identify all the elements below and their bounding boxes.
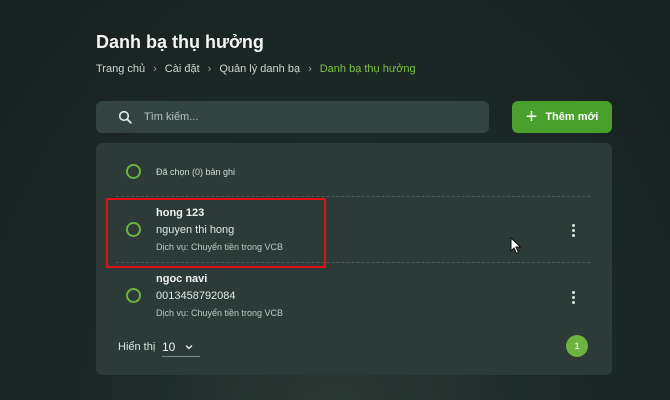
add-new-label: Thêm mới (545, 111, 599, 123)
breadcrumb-separator: › (308, 63, 312, 75)
breadcrumb-home[interactable]: Trang chủ (96, 63, 145, 75)
mouse-cursor-icon (510, 237, 522, 255)
breadcrumb: Trang chủ › Cài đặt › Quản lý danh bạ › … (96, 63, 416, 75)
divider (116, 262, 590, 263)
page-size-value: 10 (162, 339, 176, 354)
pagination-page-button[interactable]: 1 (566, 335, 588, 357)
item-radio[interactable] (126, 288, 141, 303)
page-size-label: Hiển thị (118, 341, 156, 353)
add-new-button[interactable]: + Thêm mới (512, 101, 612, 133)
search-input[interactable]: Tìm kiếm... (96, 101, 489, 133)
item-name: hong 123 (156, 207, 205, 219)
page-title: Danh bạ thụ hưởng (96, 32, 264, 52)
item-account: 0013458792084 (156, 290, 236, 302)
item-service: Dịch vụ: Chuyển tiền trong VCB (156, 308, 284, 318)
more-options-icon[interactable] (570, 224, 576, 237)
select-all-radio[interactable] (126, 164, 141, 179)
selected-count: Đã chọn (0) bản ghi (156, 167, 236, 177)
list-item[interactable]: ngoc navi 0013458792084 Dịch vụ: Chuyển … (96, 265, 612, 331)
item-name: ngoc navi (156, 273, 208, 285)
list-item[interactable]: hong 123 nguyen thi hong Dịch vụ: Chuyển… (96, 198, 612, 264)
breadcrumb-settings[interactable]: Cài đặt (165, 63, 200, 75)
beneficiary-list-panel: Đã chọn (0) bản ghi hong 123 nguyen thi … (96, 143, 612, 375)
item-service: Dịch vụ: Chuyển tiền trong VCB (156, 242, 284, 252)
chevron-down-icon (185, 344, 193, 349)
page-size-select[interactable]: 10 (162, 337, 200, 357)
breadcrumb-separator: › (207, 63, 212, 75)
search-icon (118, 110, 132, 124)
item-account: nguyen thi hong (156, 224, 235, 236)
breadcrumb-separator: › (153, 63, 157, 75)
search-placeholder: Tìm kiếm... (144, 111, 199, 123)
plus-icon: + (525, 106, 538, 128)
divider (116, 196, 590, 197)
select-all-row: Đã chọn (0) bản ghi (96, 143, 612, 197)
breadcrumb-current: Danh bạ thụ hưởng (319, 63, 416, 75)
more-options-icon[interactable] (570, 291, 576, 304)
item-radio[interactable] (126, 222, 141, 237)
breadcrumb-contacts-management[interactable]: Quản lý danh bạ (219, 63, 300, 75)
